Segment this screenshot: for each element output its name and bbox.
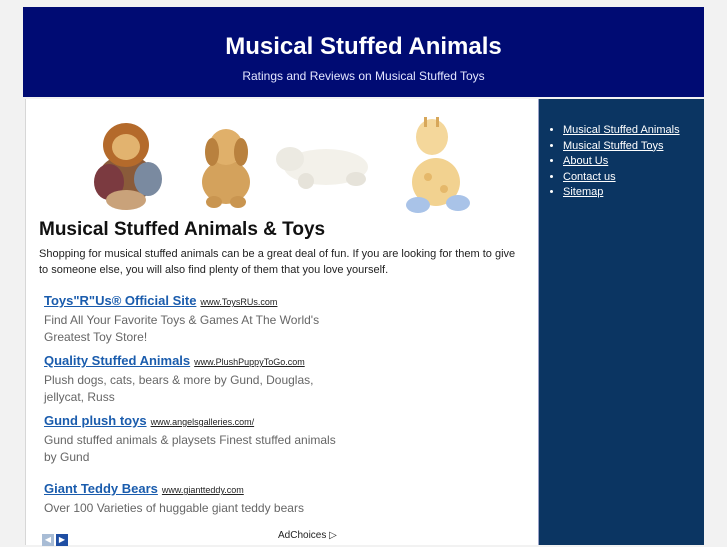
ad-url-link[interactable]: www.angelsgalleries.com/: [151, 417, 255, 427]
ad-nav: ◀ ▶: [42, 529, 70, 547]
sidebar-link-musical-stuffed-toys[interactable]: Musical Stuffed Toys: [563, 140, 663, 152]
sidebar-menu: Musical Stuffed Animals Musical Stuffed …: [539, 99, 704, 199]
adchoices-label: AdChoices: [278, 530, 327, 541]
ad-title-link[interactable]: Toys"R"Us® Official Site: [44, 293, 196, 308]
site-title[interactable]: Musical Stuffed Animals: [23, 7, 704, 61]
sidebar: Musical Stuffed Animals Musical Stuffed …: [539, 99, 704, 545]
main-content: Musical Stuffed Animals & Toys Shopping …: [25, 99, 540, 547]
ad-block: Toys"R"Us® Official Site www.ToysRUs.com …: [44, 292, 344, 523]
ad-item: Quality Stuffed Animals www.PlushPuppyToG…: [44, 352, 344, 406]
ad-item: Giant Teddy Bears www.giantteddy.com Over…: [44, 480, 344, 517]
ad-item: Toys"R"Us® Official Site www.ToysRUs.com …: [44, 292, 344, 346]
sidebar-item: Contact us: [563, 171, 704, 184]
puppy-toy: [202, 129, 250, 208]
chevron-right-icon[interactable]: ▶: [56, 534, 68, 546]
ad-description: Gund stuffed animals & playsets Finest s…: [44, 433, 336, 464]
adchoices-icon: ▷: [329, 530, 337, 541]
ad-description: Over 100 Varieties of huggable giant ted…: [44, 501, 304, 515]
ad-url-link[interactable]: www.PlushPuppyToGo.com: [194, 357, 305, 367]
ad-title-link[interactable]: Giant Teddy Bears: [44, 481, 158, 496]
sidebar-link-contact-us[interactable]: Contact us: [563, 171, 616, 183]
ad-title-link[interactable]: Gund plush toys: [44, 413, 147, 428]
site-header: Musical Stuffed Animals Ratings and Revi…: [23, 7, 704, 97]
chevron-left-icon[interactable]: ◀: [42, 534, 54, 546]
sidebar-link-musical-stuffed-animals[interactable]: Musical Stuffed Animals: [563, 124, 680, 136]
sidebar-item: Musical Stuffed Toys: [563, 140, 704, 153]
ad-item: Gund plush toys www.angelsgalleries.com/ …: [44, 412, 344, 466]
adchoices-link[interactable]: AdChoices ▷: [278, 530, 337, 541]
ad-url-link[interactable]: www.giantteddy.com: [162, 485, 244, 495]
site-tagline: Ratings and Reviews on Musical Stuffed T…: [242, 69, 485, 83]
ad-title-link[interactable]: Quality Stuffed Animals: [44, 353, 190, 368]
intro-paragraph: Shopping for musical stuffed animals can…: [39, 248, 516, 276]
sidebar-link-about-us[interactable]: About Us: [563, 155, 608, 167]
ad-description: Find All Your Favorite Toys & Games At T…: [44, 313, 320, 344]
ad-url-link[interactable]: www.ToysRUs.com: [200, 297, 277, 307]
lamb-toy: [276, 147, 368, 189]
sidebar-item: About Us: [563, 155, 704, 168]
sidebar-item: Musical Stuffed Animals: [563, 124, 704, 137]
sidebar-link-sitemap[interactable]: Sitemap: [563, 186, 603, 198]
sidebar-item: Sitemap: [563, 186, 704, 199]
lion-toy-group: [94, 123, 162, 210]
ad-description: Plush dogs, cats, bears & more by Gund, …: [44, 373, 314, 404]
page-heading: Musical Stuffed Animals & Toys: [39, 219, 326, 240]
stuffed-toys-image: [94, 117, 470, 213]
giraffe-toy: [406, 117, 470, 213]
